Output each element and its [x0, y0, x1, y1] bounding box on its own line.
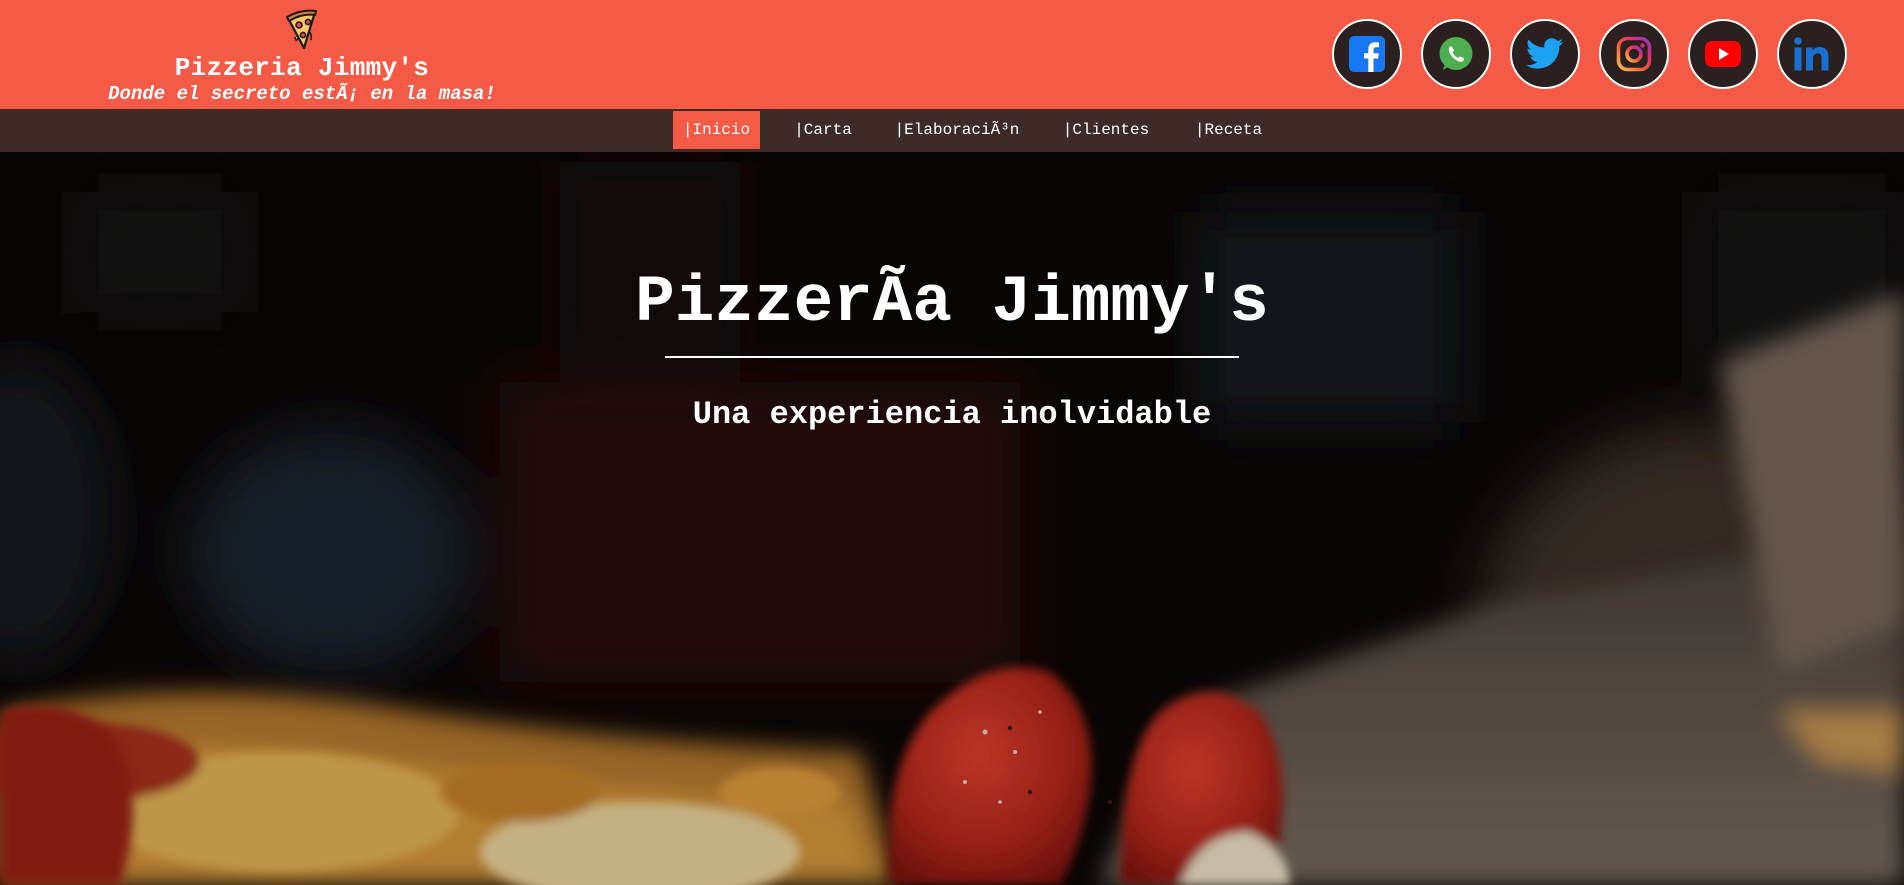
site-slogan: Donde el secreto estÃ¡ en la masa!	[108, 83, 496, 105]
instagram-link[interactable]	[1599, 19, 1669, 89]
twitter-link[interactable]	[1510, 19, 1580, 89]
whatsapp-icon	[1439, 37, 1473, 70]
nav-item-clientes[interactable]: |Clientes	[1053, 111, 1159, 149]
whatsapp-link[interactable]	[1421, 19, 1491, 89]
twitter-icon	[1526, 38, 1564, 69]
hero-overlay	[0, 152, 1904, 885]
nav-item-inicio[interactable]: |Inicio	[673, 111, 760, 149]
nav-item-receta[interactable]: |Receta	[1186, 111, 1271, 149]
hero-divider	[665, 356, 1239, 358]
main-nav: |Inicio |Carta |ElaboraciÃ³n |Clientes |…	[0, 109, 1904, 152]
nav-item-elaboracion[interactable]: |ElaboraciÃ³n	[887, 111, 1027, 149]
facebook-link[interactable]	[1332, 19, 1402, 89]
linkedin-icon	[1794, 37, 1829, 71]
hero-subtitle: Una experiencia inolvidable	[692, 396, 1212, 433]
site-header: Pizzeria Jimmy's Donde el secreto estÃ¡ …	[0, 0, 1904, 109]
youtube-icon	[1705, 41, 1741, 67]
nav-item-carta[interactable]: |Carta	[783, 111, 863, 149]
brand: Pizzeria Jimmy's Donde el secreto estÃ¡ …	[90, 8, 514, 105]
linkedin-link[interactable]	[1777, 19, 1847, 89]
pizza-slice-icon	[286, 9, 317, 50]
youtube-link[interactable]	[1688, 19, 1758, 89]
hero-title: PizzerÃa Jimmy's	[635, 265, 1269, 340]
site-title: Pizzeria Jimmy's	[174, 53, 430, 83]
hero-section: PizzerÃa Jimmy's Una experiencia inolvid…	[0, 152, 1904, 885]
facebook-icon	[1349, 36, 1385, 72]
instagram-icon	[1616, 36, 1652, 72]
